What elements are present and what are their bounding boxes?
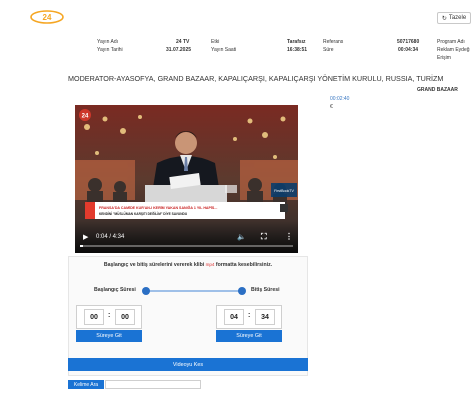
end-handle[interactable] xyxy=(238,287,246,295)
player-controls: ▶ 0:04 / 4:34 🔈 ⛶ ⋮ xyxy=(75,221,298,253)
range-slider-track[interactable] xyxy=(146,290,242,292)
yayin-adi-label: Yayın Adı xyxy=(97,39,119,45)
start-handle[interactable] xyxy=(142,287,150,295)
reklam-label: Reklam Eydeğ xyxy=(437,47,470,53)
end-seconds-input[interactable]: 34 xyxy=(255,309,275,325)
end-label: Bitiş Süresi xyxy=(251,287,280,293)
logo-text: 24 xyxy=(43,13,52,22)
volume-icon[interactable]: 🔈 xyxy=(237,233,246,241)
cut-video-button[interactable]: Videoyu Kes xyxy=(68,358,308,371)
news-ticker: FRANSA'DA CAMİDE KUR'AN-I KERİM YAKAN SA… xyxy=(99,205,217,210)
referans-label: Referans xyxy=(323,39,344,45)
etki-label: Etki xyxy=(211,39,220,45)
clip-instruction: Başlangıç ve bitiş sürelerini vererek kl… xyxy=(68,262,308,268)
yayin-adi-value: 24 TV xyxy=(176,39,190,45)
progress-track[interactable] xyxy=(80,245,293,247)
category-label: GRAND BAZAAR xyxy=(417,87,458,93)
word-search-button[interactable]: Kelime Ara xyxy=(68,380,104,389)
referans-value: 50717680 xyxy=(397,39,420,45)
screen-brand: FirstBookTV xyxy=(274,189,294,193)
goto-start-button[interactable]: Süreye Git xyxy=(76,330,142,342)
end-minutes-input[interactable]: 04 xyxy=(224,309,244,325)
start-label: Başlangıç Süresi xyxy=(94,287,136,293)
word-search-input[interactable] xyxy=(105,380,201,389)
start-minutes-input[interactable]: 00 xyxy=(84,309,104,325)
sure-label: Süre xyxy=(323,47,334,53)
program-adi-label: Program Adı xyxy=(437,39,465,45)
end-colon: : xyxy=(248,312,251,319)
end-time-box: 04 : 34 xyxy=(216,305,282,329)
etki-value: Tarafsız xyxy=(287,39,306,45)
timecode-sub: € xyxy=(330,104,333,110)
yayin-tarihi-value: 31.07.2025 xyxy=(166,47,192,53)
start-seconds-input[interactable]: 00 xyxy=(115,309,135,325)
refresh-label: Tazele xyxy=(448,15,467,21)
time-display: 0:04 / 4:34 xyxy=(96,234,125,240)
erisim-label: Erişim xyxy=(437,55,451,61)
format-badge: mp4 xyxy=(205,262,215,267)
page-title: MODERATOR-AYASOFYA, GRAND BAZAAR, KAPALI… xyxy=(68,74,444,83)
brand-logo: 24 xyxy=(30,10,64,24)
news-ticker-sub: KENDİNİ "MÜSLÜMAN KARŞITI DEĞİLİM" DİYE … xyxy=(99,211,188,216)
instruction-suffix: formatta kesebilirsiniz. xyxy=(215,262,273,268)
goto-end-button[interactable]: Süreye Git xyxy=(216,330,282,342)
timecode-link[interactable]: 00:02:40 xyxy=(330,96,349,102)
start-time-box: 00 : 00 xyxy=(76,305,142,329)
sure-value: 00:04:34 xyxy=(398,47,419,53)
channel-badge: 24 xyxy=(82,114,89,120)
yayin-saati-value: 16:38:51 xyxy=(287,47,308,53)
refresh-icon: ↻ xyxy=(441,15,447,22)
play-icon[interactable]: ▶ xyxy=(83,233,88,241)
yayin-tarihi-label: Yayın Tarihi xyxy=(97,47,123,53)
fullscreen-icon[interactable]: ⛶ xyxy=(261,232,267,242)
yayin-saati-label: Yayın Saati xyxy=(211,47,237,53)
instruction-prefix: Başlangıç ve bitiş sürelerini vererek kl… xyxy=(103,262,205,268)
start-colon: : xyxy=(108,312,111,319)
refresh-button[interactable]: ↻ Tazele xyxy=(437,12,471,24)
more-options-icon[interactable]: ⋮ xyxy=(285,232,293,241)
